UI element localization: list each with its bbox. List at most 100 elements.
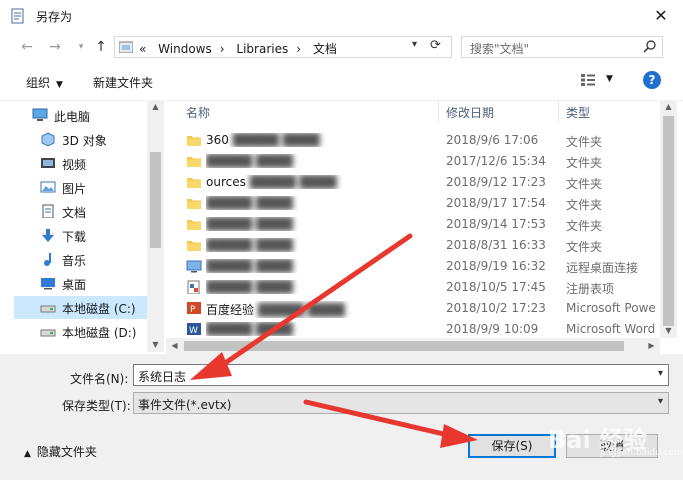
- 3d-objects-icon: [41, 132, 55, 146]
- scroll-down-icon[interactable]: ▼: [660, 324, 677, 338]
- chevron-down-icon[interactable]: ▾: [658, 396, 663, 407]
- scroll-thumb[interactable]: [150, 152, 161, 248]
- column-divider[interactable]: [438, 100, 439, 122]
- file-row[interactable]: █████ ████ 2018/9/17 17:54 文件夹: [166, 193, 660, 214]
- scroll-down-icon[interactable]: ▼: [147, 338, 164, 352]
- close-button[interactable]: ✕: [650, 5, 672, 27]
- file-list-horizontal-scrollbar[interactable]: ◀ ▶: [166, 338, 660, 354]
- view-options-icon[interactable]: [580, 73, 596, 87]
- recent-locations-button[interactable]: ▾: [72, 38, 90, 56]
- scroll-right-icon[interactable]: ▶: [643, 339, 660, 353]
- file-row[interactable]: █████ ████ 2018/9/19 16:32 远程桌面连接: [166, 256, 660, 277]
- redacted-text: █████ ████: [206, 154, 293, 168]
- close-icon: ✕: [654, 6, 668, 25]
- powerpoint-icon: P: [187, 302, 201, 315]
- arrow-right-icon: →: [49, 39, 61, 55]
- music-icon: [44, 253, 51, 266]
- search-icon[interactable]: [642, 39, 658, 55]
- file-date: 2018/9/9 10:09: [446, 322, 539, 336]
- sidebar-item[interactable]: 视频: [14, 152, 147, 175]
- file-name: █████ ████: [206, 196, 396, 210]
- sidebar-item[interactable]: 本地磁盘 (C:): [14, 296, 147, 319]
- help-button[interactable]: ?: [643, 71, 661, 89]
- scroll-thumb[interactable]: [184, 341, 624, 351]
- library-icon: [119, 41, 133, 53]
- file-row[interactable]: P 百度经验 █████ ████ 2018/10/2 17:23 Microsoft…: [166, 298, 660, 319]
- column-header-date[interactable]: 修改日期: [446, 104, 494, 121]
- hide-folders-toggle[interactable]: ▲ 隐藏文件夹: [24, 443, 97, 460]
- save-button[interactable]: 保存(S): [468, 434, 556, 458]
- scroll-left-icon[interactable]: ◀: [166, 339, 183, 353]
- arrow-left-icon: ←: [21, 39, 33, 55]
- navigation-pane-scrollbar[interactable]: ▲ ▼: [147, 100, 164, 352]
- notepad-icon: [11, 8, 24, 24]
- watermark-url: jingyan.baidu.com: [600, 448, 683, 458]
- filename-input[interactable]: 系统日志 ▾: [133, 364, 669, 386]
- file-type: 文件夹: [566, 240, 603, 254]
- save-as-dialog: 另存为 ✕ ← → ▾ ↑ « Windows › Libraries › 文档 ▾…: [0, 0, 683, 480]
- scroll-up-icon[interactable]: ▲: [147, 100, 164, 114]
- chevron-down-icon[interactable]: ▾: [658, 368, 663, 379]
- new-folder-button[interactable]: 新建文件夹: [93, 74, 153, 91]
- address-bar[interactable]: « Windows › Libraries › 文档 ▾ ⟳: [114, 36, 452, 58]
- search-box[interactable]: 搜索"文档": [461, 36, 663, 58]
- up-button[interactable]: ↑: [92, 38, 110, 56]
- sidebar-item[interactable]: 文档: [14, 200, 147, 223]
- refresh-icon[interactable]: ⟳: [430, 38, 441, 53]
- column-header-type[interactable]: 类型: [566, 104, 590, 121]
- svg-text:W: W: [189, 326, 198, 336]
- column-header-name[interactable]: 名称: [186, 104, 210, 121]
- file-row[interactable]: 360 █████ ████ 2018/9/6 17:06 文件夹: [166, 130, 660, 151]
- column-divider[interactable]: [558, 100, 559, 122]
- redacted-text: █████ ████: [249, 175, 337, 189]
- scroll-up-icon[interactable]: ▲: [660, 100, 677, 114]
- breadcrumb-libraries[interactable]: Libraries: [236, 42, 288, 56]
- file-row[interactable]: ources █████ ████ 2018/9/12 17:23 文件夹: [166, 172, 660, 193]
- address-dropdown-icon[interactable]: ▾: [412, 39, 417, 50]
- filetype-select[interactable]: 事件文件(*.evtx) ▾: [133, 392, 669, 414]
- breadcrumb-windows[interactable]: Windows: [158, 42, 212, 56]
- file-name-text: 百度经验: [206, 303, 255, 317]
- chevron-up-icon: ▲: [24, 449, 31, 459]
- forward-button[interactable]: →: [46, 38, 64, 56]
- file-list-scrollbar[interactable]: ▲ ▼: [660, 100, 677, 338]
- navigation-pane: 此电脑 3D 对象 视频 图片 文档下载音乐桌面 本地磁盘 (C:) 本地磁盘 (D:): [14, 100, 147, 352]
- breadcrumb-documents[interactable]: 文档: [313, 42, 337, 56]
- sidebar-item[interactable]: 此电脑: [14, 104, 147, 127]
- file-name: █████ ████: [206, 280, 396, 294]
- video-icon: [41, 158, 55, 168]
- view-dropdown-icon[interactable]: ▼: [606, 74, 613, 84]
- file-row[interactable]: █████ ████ 2018/9/14 17:53 文件夹: [166, 214, 660, 235]
- sidebar-item-label: 下载: [62, 230, 87, 244]
- download-icon: [42, 229, 54, 242]
- redacted-text: █████ ████: [232, 133, 320, 147]
- sidebar-item[interactable]: 3D 对象: [14, 128, 147, 151]
- breadcrumb-overflow[interactable]: «: [139, 42, 146, 56]
- back-button[interactable]: ←: [18, 38, 36, 56]
- registry-icon: [187, 280, 200, 294]
- file-row[interactable]: █████ ████ 2018/8/31 16:33 文件夹: [166, 235, 660, 256]
- folder-icon: [187, 241, 201, 251]
- command-bar: 组织 ▼ 新建文件夹 ▼ ?: [0, 62, 683, 101]
- file-row[interactable]: W █████ ████ 2018/9/9 10:09 Microsoft Word: [166, 319, 660, 338]
- search-input[interactable]: 搜索"文档": [470, 40, 529, 57]
- sidebar-item[interactable]: 桌面: [14, 272, 147, 295]
- file-type: 文件夹: [566, 156, 603, 170]
- sidebar-item[interactable]: 下载: [14, 224, 147, 247]
- organize-button[interactable]: 组织 ▼: [26, 74, 63, 91]
- file-name: ources █████ ████: [206, 175, 396, 189]
- chevron-down-icon: ▾: [78, 42, 84, 52]
- sidebar-item-label: 音乐: [62, 254, 87, 268]
- sidebar-item-label: 此电脑: [54, 110, 91, 124]
- file-row[interactable]: █████ ████ 2017/12/6 15:34 文件夹: [166, 151, 660, 172]
- sort-ascending-icon: ⌃: [304, 100, 313, 107]
- file-date: 2018/10/2 17:23: [446, 301, 546, 315]
- sidebar-item[interactable]: 图片: [14, 176, 147, 199]
- organize-label: 组织: [26, 76, 51, 90]
- scroll-thumb[interactable]: [663, 116, 674, 326]
- dialog-title: 另存为: [36, 10, 73, 24]
- sidebar-item[interactable]: 本地磁盘 (D:): [14, 320, 147, 343]
- sidebar-item[interactable]: 音乐: [14, 248, 147, 271]
- file-date: 2017/12/6 15:34: [446, 154, 546, 168]
- file-row[interactable]: █████ ████ 2018/10/5 17:45 注册表项: [166, 277, 660, 298]
